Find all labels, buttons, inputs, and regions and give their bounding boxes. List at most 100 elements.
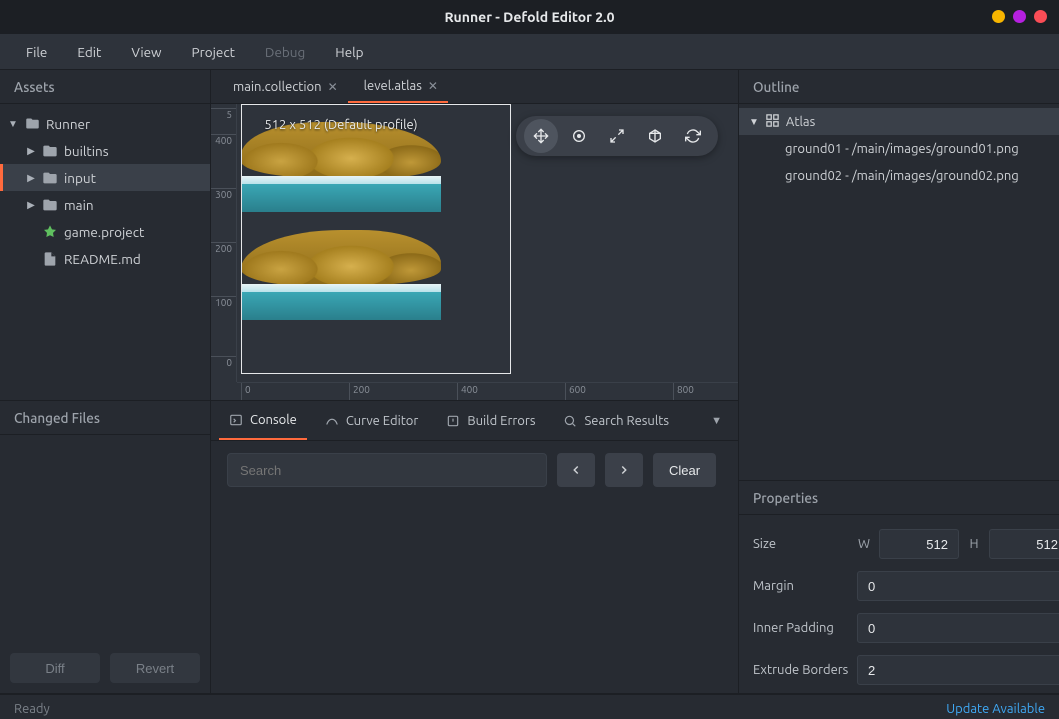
editor-panel: main.collection✕level.atlas✕ 5 400 300 200 1… [211, 70, 738, 400]
editor-tabs: main.collection✕level.atlas✕ [211, 70, 738, 104]
menubar: FileEditViewProjectDebugHelp [0, 34, 1059, 70]
bottom-tab-label: Build Errors [467, 414, 535, 428]
asset-item-label: game.project [64, 224, 144, 240]
asset-item-label: builtins [64, 143, 109, 159]
ruler-v-tick: 0 [211, 356, 236, 368]
status-ready: Ready [14, 702, 50, 716]
menu-edit[interactable]: Edit [65, 38, 113, 66]
bottom-tab-console[interactable]: Console [219, 401, 307, 440]
outline-item[interactable]: ground01 - /main/images/ground01.png [739, 135, 1059, 162]
prop-width-input[interactable] [879, 529, 959, 559]
changed-files-title: Changed Files [0, 401, 210, 435]
menu-file[interactable]: File [14, 38, 59, 66]
menu-debug: Debug [253, 38, 317, 66]
chevron-down-icon: ▼ [8, 118, 18, 130]
bottom-tab-curve-editor[interactable]: Curve Editor [315, 401, 429, 440]
refresh-icon[interactable] [676, 119, 710, 153]
titlebar: Runner - Defold Editor 2.0 [0, 0, 1059, 34]
ruler-h-tick: 200 [349, 383, 370, 400]
prop-height-input[interactable] [989, 529, 1059, 559]
tab-main-collection[interactable]: main.collection✕ [217, 70, 348, 103]
atlas-image-ground02[interactable] [241, 212, 441, 320]
chevron-right-icon: ▶ [26, 172, 36, 184]
chevron-down-icon: ▼ [749, 116, 759, 128]
update-available-link[interactable]: Update Available [946, 702, 1045, 716]
outline-item[interactable]: ground02 - /main/images/ground02.png [739, 162, 1059, 189]
asset-item-main[interactable]: ▶main [0, 191, 210, 218]
traffic-lights [992, 10, 1047, 23]
prop-extrude-label: Extrude Borders [753, 663, 849, 677]
menu-help[interactable]: Help [323, 38, 375, 66]
ruler-v-tick: 300 [211, 188, 236, 200]
outline-item-label: ground01 - /main/images/ground01.png [785, 142, 1019, 156]
prop-margin-label: Margin [753, 579, 849, 593]
perspective-icon[interactable] [638, 119, 672, 153]
asset-item-README-md[interactable]: README.md [0, 245, 210, 272]
console-search-input[interactable] [227, 453, 547, 487]
revert-button[interactable]: Revert [110, 653, 200, 683]
atlas-canvas[interactable]: 54003002001000 0200400600800 512 x 512 (… [211, 104, 738, 400]
maximize-dot[interactable] [1013, 10, 1026, 23]
prop-size-label: Size [753, 537, 849, 551]
assets-title: Assets [0, 70, 210, 104]
project-icon [42, 224, 58, 240]
close-icon[interactable]: ✕ [328, 80, 338, 94]
rotate-icon[interactable] [562, 119, 596, 153]
atlas-image-ground01[interactable] [241, 104, 441, 212]
ruler-v-tick: 100 [211, 296, 236, 308]
menu-project[interactable]: Project [180, 38, 247, 66]
assets-tree: ▼ Runner ▶builtins▶input▶maingame.projec… [0, 104, 210, 400]
ruler-v-tick: 400 [211, 134, 236, 146]
ruler-vertical: 5 400 300 200 100 0 [211, 104, 237, 382]
console-prev-button[interactable] [557, 453, 595, 487]
properties-panel: Properties Size W H Margin Inner Padd [739, 481, 1059, 693]
chevron-right-icon: ▶ [26, 199, 36, 211]
folder-icon [42, 143, 58, 159]
move-icon[interactable] [524, 119, 558, 153]
ruler-h-tick: 800 [673, 383, 694, 400]
bottom-tabs-dropdown[interactable]: ▼ [703, 415, 730, 427]
close-dot[interactable] [1034, 10, 1047, 23]
outline-root[interactable]: ▼ Atlas [739, 108, 1059, 135]
assets-panel: Assets ▼ Runner ▶builtins▶input▶maingame… [0, 70, 210, 400]
console-next-button[interactable] [605, 453, 643, 487]
width-label: W [857, 537, 871, 551]
diff-button[interactable]: Diff [10, 653, 100, 683]
window-title: Runner - Defold Editor 2.0 [0, 9, 1059, 25]
outline-item-label: ground02 - /main/images/ground02.png [785, 169, 1019, 183]
ruler-v-tick: 200 [211, 242, 236, 254]
ruler-h-tick: 600 [565, 383, 586, 400]
bottom-tab-label: Search Results [584, 414, 669, 428]
asset-root[interactable]: ▼ Runner [0, 110, 210, 137]
ruler-horizontal: 0 200 400 600 800 [237, 382, 738, 400]
minimize-dot[interactable] [992, 10, 1005, 23]
asset-item-game-project[interactable]: game.project [0, 218, 210, 245]
bottom-panel: Console Curve Editor Build Errors Search Re… [211, 401, 738, 693]
scale-icon[interactable] [600, 119, 634, 153]
prop-margin-input[interactable] [857, 571, 1059, 601]
bottom-tab-search-results[interactable]: Search Results [553, 401, 679, 440]
folder-icon [24, 116, 40, 132]
properties-title: Properties [739, 481, 1059, 515]
tab-level-atlas[interactable]: level.atlas✕ [348, 70, 448, 103]
atlas-icon [765, 113, 780, 131]
bottom-tab-label: Console [250, 413, 297, 427]
ruler-v-tick: 5 [211, 108, 236, 120]
ruler-h-tick: 0 [241, 383, 251, 400]
ruler-h-tick: 400 [457, 383, 478, 400]
statusbar: Ready Update Available [0, 694, 1059, 719]
bottom-tab-build-errors[interactable]: Build Errors [436, 401, 545, 440]
console-clear-button[interactable]: Clear [653, 453, 716, 487]
prop-inner-input[interactable] [857, 613, 1059, 643]
menu-view[interactable]: View [119, 38, 173, 66]
canvas-toolbar [516, 116, 718, 156]
close-icon[interactable]: ✕ [428, 79, 438, 93]
outline-root-label: Atlas [786, 115, 815, 129]
asset-item-builtins[interactable]: ▶builtins [0, 137, 210, 164]
outline-title: Outline [739, 70, 1059, 104]
prop-extrude-input[interactable] [857, 655, 1059, 685]
asset-root-label: Runner [46, 116, 90, 132]
changed-files-panel: Changed Files Diff Revert [0, 401, 210, 693]
height-label: H [967, 537, 981, 551]
asset-item-input[interactable]: ▶input [0, 164, 210, 191]
